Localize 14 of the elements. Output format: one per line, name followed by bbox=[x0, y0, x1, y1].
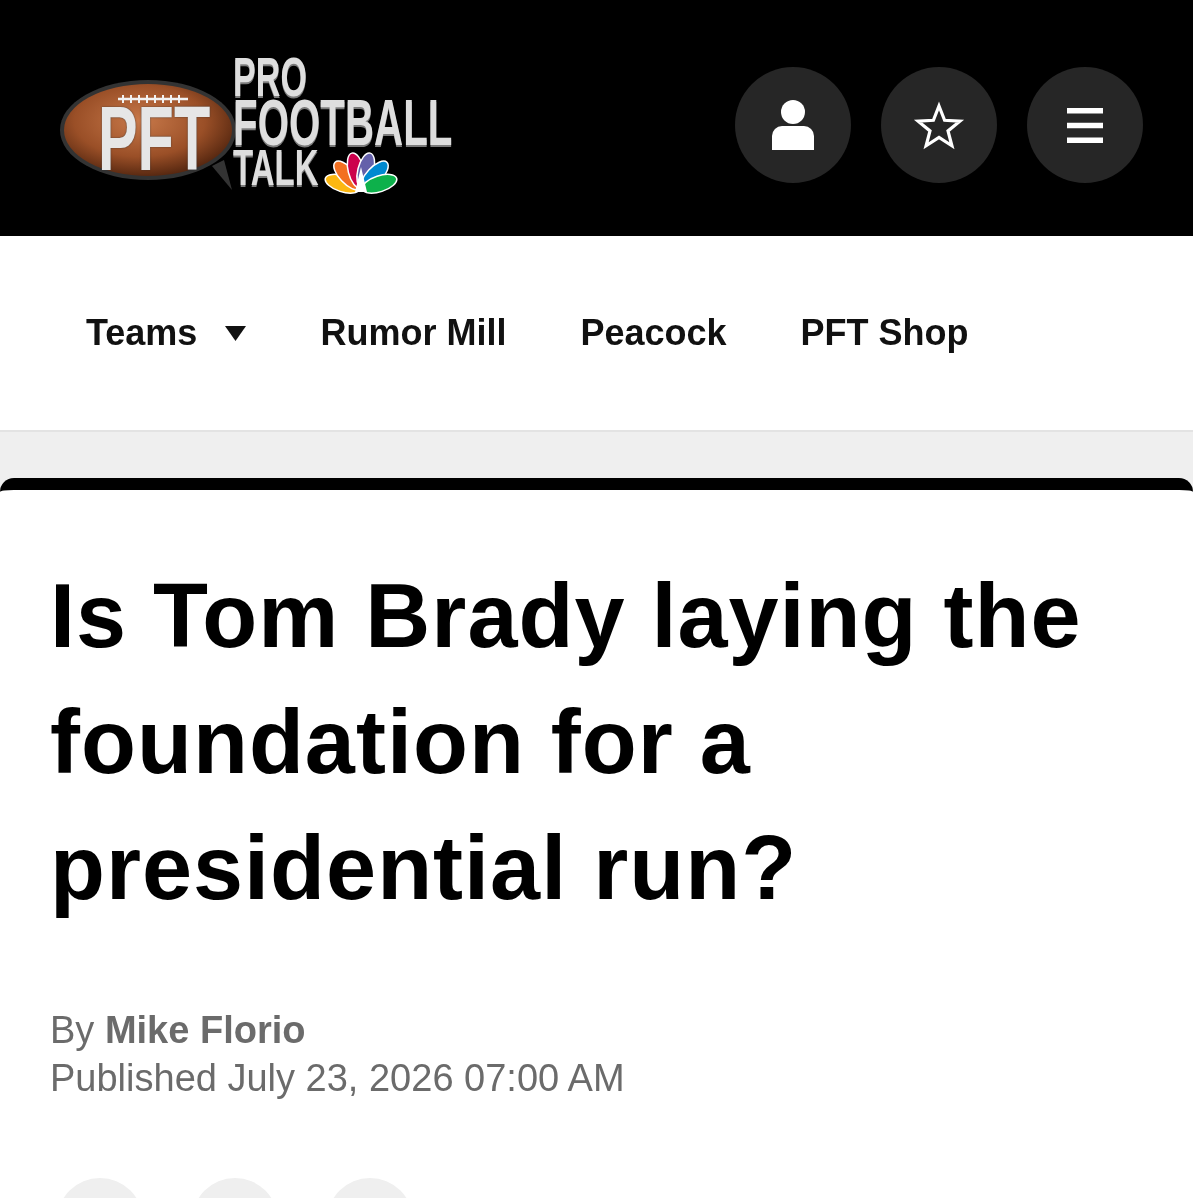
star-icon bbox=[913, 100, 965, 150]
nav-link[interactable]: Rumor Mill bbox=[320, 312, 507, 354]
person-icon bbox=[772, 100, 814, 150]
logo-text: PRO bbox=[233, 56, 308, 97]
menu-icon bbox=[1067, 107, 1103, 143]
article-headline: Is Tom Brady laying the foundation for a presidential run? bbox=[50, 565, 1083, 920]
logo-text: PFT bbox=[98, 106, 211, 172]
nav-link[interactable]: PFT Shop bbox=[800, 312, 969, 354]
article-byline: By Mike Florio bbox=[50, 1008, 306, 1053]
publish-date: Published July 23, 2026 07:00 AM bbox=[50, 1056, 625, 1101]
nav-link[interactable]: Teams bbox=[86, 312, 247, 354]
logo-text: TALK bbox=[233, 149, 319, 186]
logo-text: FOOTBALL bbox=[233, 99, 453, 146]
nav-link[interactable]: Peacock bbox=[580, 312, 727, 354]
